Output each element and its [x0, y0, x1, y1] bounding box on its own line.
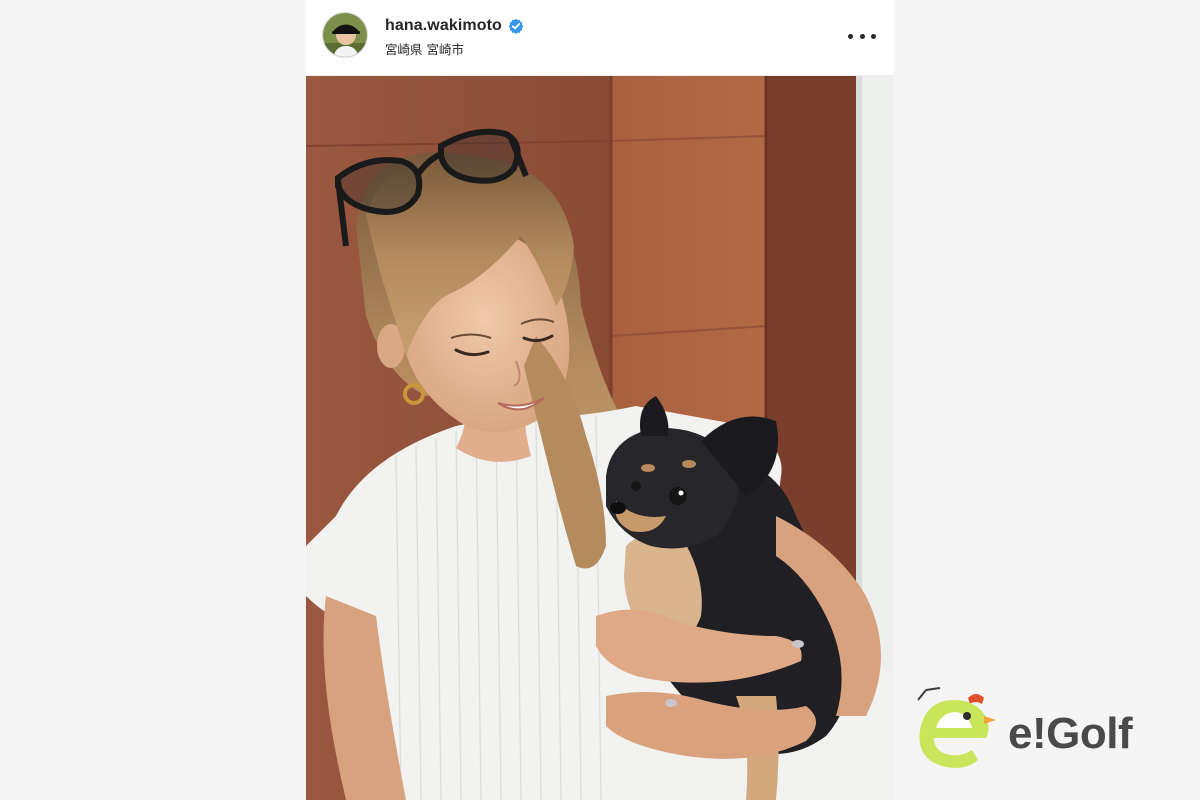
username-link[interactable]: hana.wakimoto — [385, 17, 502, 35]
more-dot — [848, 33, 853, 39]
avatar-image — [323, 13, 367, 57]
profile-avatar[interactable] — [322, 12, 368, 58]
username-row: hana.wakimoto — [385, 15, 524, 37]
post-photo-illustration — [306, 76, 894, 800]
location-link[interactable]: 宮崎県 宮崎市 — [385, 39, 464, 58]
more-options-icon[interactable] — [848, 24, 876, 48]
instagram-post: hana.wakimoto 宮崎県 宮崎市 — [306, 0, 894, 800]
post-header: hana.wakimoto 宮崎県 宮崎市 — [306, 0, 894, 76]
egolf-wordmark: e!Golf — [1008, 709, 1133, 758]
post-photo[interactable] — [306, 76, 894, 800]
more-dot — [871, 33, 876, 39]
egolf-logo: e!Golf — [912, 686, 1177, 778]
more-dot — [859, 33, 865, 39]
verified-badge-icon — [508, 18, 524, 34]
egolf-mascot-icon — [912, 686, 998, 778]
